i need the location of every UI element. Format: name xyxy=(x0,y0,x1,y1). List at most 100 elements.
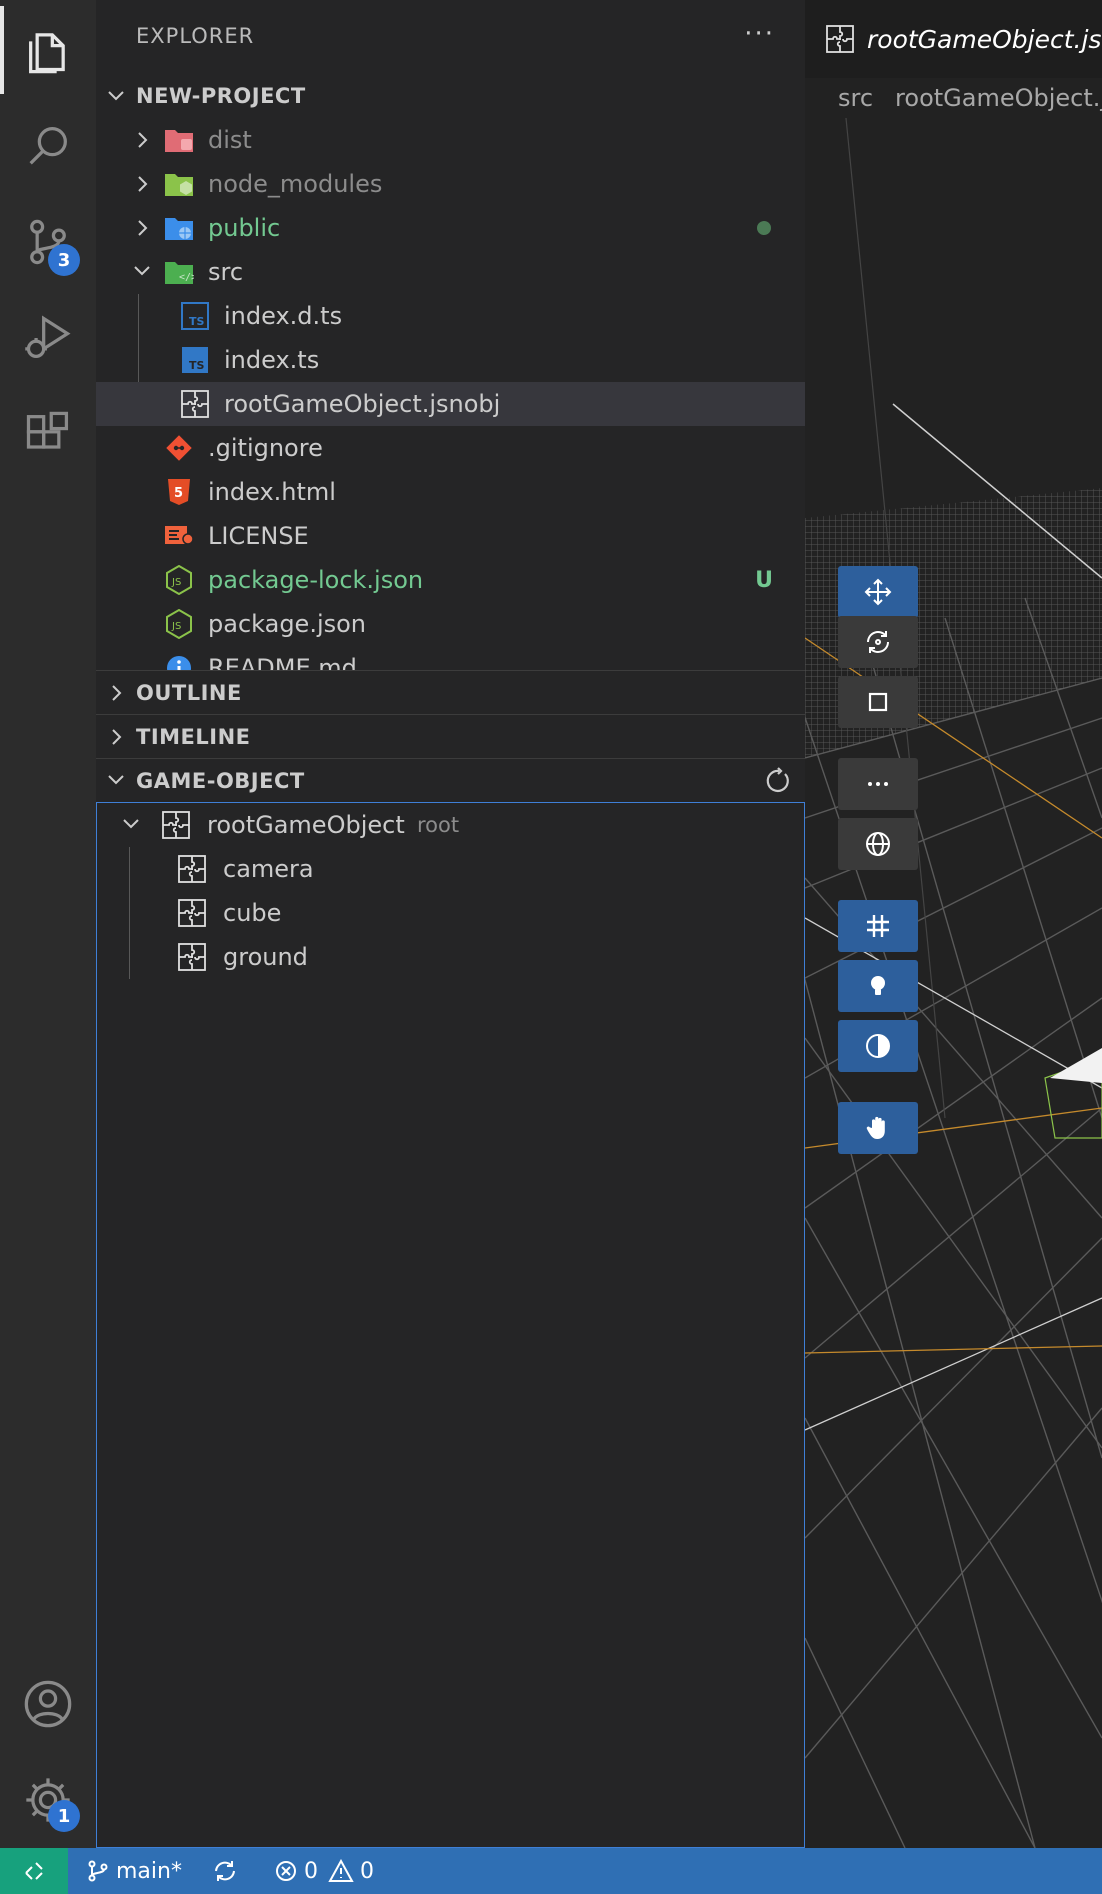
contrast-toggle[interactable] xyxy=(838,1020,918,1072)
untracked-tag: U xyxy=(755,567,773,593)
branch-indicator[interactable]: main* xyxy=(86,1859,182,1884)
nodejs-icon: JS xyxy=(164,565,194,595)
gameobject-icon xyxy=(180,389,210,419)
source-control-badge: 3 xyxy=(48,244,80,276)
nodejs-icon: JS xyxy=(164,609,194,639)
light-toggle[interactable] xyxy=(838,960,918,1012)
tree-item-index-html[interactable]: 5 index.html xyxy=(96,470,805,514)
grid-icon xyxy=(867,915,889,937)
remote-indicator[interactable] xyxy=(0,1848,68,1894)
tab-bar: rootGameObject.jsnobj xyxy=(805,0,1102,78)
breadcrumb-item[interactable]: src xyxy=(838,84,873,112)
license-icon xyxy=(164,521,194,551)
game-object-child[interactable]: camera xyxy=(97,847,804,891)
files-icon xyxy=(29,33,65,74)
activity-run-debug[interactable] xyxy=(0,290,96,386)
tree-item-gitignore[interactable]: .gitignore xyxy=(96,426,805,470)
tree-item-license[interactable]: LICENSE xyxy=(96,514,805,558)
game-object-root[interactable]: rootGameObject root xyxy=(97,803,804,847)
tree-item-label: README.md xyxy=(208,654,357,670)
chevron-down-icon xyxy=(96,773,136,789)
timeline-title: TIMELINE xyxy=(136,724,251,749)
editor-area: rootGameObject.jsnobj src rootGameObject… xyxy=(805,0,1102,1848)
search-icon xyxy=(29,127,67,165)
svg-text:TS: TS xyxy=(189,315,205,328)
tree-item-package-lock[interactable]: JS package-lock.json U xyxy=(96,558,805,602)
tree-item-public[interactable]: public xyxy=(96,206,805,250)
error-icon xyxy=(275,1861,296,1881)
extensions-icon xyxy=(26,411,69,449)
game-object-child-label: ground xyxy=(223,943,308,971)
tree-item-index-ts[interactable]: TS index.ts xyxy=(96,338,805,382)
svg-text:</>: </> xyxy=(179,272,194,283)
activity-manage[interactable]: 1 xyxy=(0,1752,96,1848)
sync-button[interactable] xyxy=(212,1858,244,1884)
rotate-tool[interactable] xyxy=(838,616,918,668)
branch-name: main* xyxy=(116,1858,182,1884)
gameobject-icon xyxy=(177,854,207,884)
html-icon: 5 xyxy=(164,477,194,507)
scale-tool[interactable] xyxy=(838,676,918,728)
tree-item-dist[interactable]: dist xyxy=(96,118,805,162)
folder-src-icon: </> xyxy=(164,257,194,287)
activity-search[interactable] xyxy=(0,98,96,194)
contrast-icon xyxy=(866,1034,890,1058)
tree-item-label: LICENSE xyxy=(208,522,309,550)
game-object-child[interactable]: cube xyxy=(97,891,804,935)
more-tool[interactable] xyxy=(838,758,918,810)
tree-overflow-clip: README.md xyxy=(96,646,805,670)
game-object-child-label: camera xyxy=(223,855,314,883)
folder-dist-icon xyxy=(164,125,194,155)
problems-indicator[interactable]: 0 0 xyxy=(274,1859,374,1884)
lightbulb-icon xyxy=(871,976,885,995)
activity-extensions[interactable] xyxy=(0,386,96,482)
chevron-right-icon xyxy=(130,172,154,196)
hand-icon xyxy=(866,1116,885,1139)
chevron-right-icon xyxy=(96,727,136,747)
game-object-title: GAME-OBJECT xyxy=(136,768,305,793)
tree-item-label: node_modules xyxy=(208,170,383,198)
svg-text:5: 5 xyxy=(174,486,183,501)
move-tool[interactable] xyxy=(838,566,918,618)
more-actions-button[interactable]: ··· xyxy=(744,21,775,47)
gameobject-icon xyxy=(161,810,191,840)
git-icon xyxy=(164,433,194,463)
activity-accounts[interactable] xyxy=(0,1656,96,1752)
pan-tool[interactable] xyxy=(838,1102,918,1154)
chevron-down-icon xyxy=(119,813,143,837)
status-bar: main* 0 0 xyxy=(0,1848,1102,1894)
game-object-child[interactable]: ground xyxy=(97,935,804,979)
breadcrumb-item[interactable]: rootGameObject.jsnobj xyxy=(895,84,1102,112)
tree-item-readme[interactable]: README.md xyxy=(96,646,805,670)
chevron-down-icon xyxy=(96,86,136,106)
tree-item-label: index.d.ts xyxy=(224,302,343,330)
tree-item-label: .gitignore xyxy=(208,434,323,462)
tab-root-game-object[interactable]: rootGameObject.jsnobj xyxy=(805,24,1102,54)
tree-item-label: package-lock.json xyxy=(208,566,424,594)
project-header[interactable]: NEW-PROJECT xyxy=(96,74,805,118)
svg-text:JS: JS xyxy=(171,621,181,632)
timeline-header[interactable]: TIMELINE xyxy=(96,714,805,758)
manage-badge: 1 xyxy=(48,1800,80,1832)
world-space-tool[interactable] xyxy=(838,818,918,870)
grid-toggle[interactable] xyxy=(838,900,918,952)
tree-item-src[interactable]: </> src xyxy=(96,250,805,294)
tree-item-package-json[interactable]: JS package.json xyxy=(96,602,805,646)
move-icon xyxy=(864,578,892,606)
svg-text:JS: JS xyxy=(171,577,181,588)
game-object-header[interactable]: GAME-OBJECT xyxy=(96,758,805,802)
activity-source-control[interactable]: 3 xyxy=(0,194,96,290)
tree-item-label: index.html xyxy=(208,478,336,506)
folder-node-icon xyxy=(164,169,194,199)
activity-explorer[interactable] xyxy=(0,2,96,98)
tree-item-index-d-ts[interactable]: TS index.d.ts xyxy=(96,294,805,338)
chevron-right-icon xyxy=(130,128,154,152)
rotate-icon xyxy=(867,631,889,653)
tree-item-node-modules[interactable]: node_modules xyxy=(96,162,805,206)
game-object-panel: rootGameObject root camera cube ground xyxy=(96,802,805,1848)
outline-header[interactable]: OUTLINE xyxy=(96,670,805,714)
scene-viewport[interactable] xyxy=(805,118,1102,1848)
refresh-icon[interactable] xyxy=(763,767,791,800)
warning-icon xyxy=(328,1859,354,1882)
tree-item-root-game-object[interactable]: rootGameObject.jsnobj xyxy=(96,382,805,426)
